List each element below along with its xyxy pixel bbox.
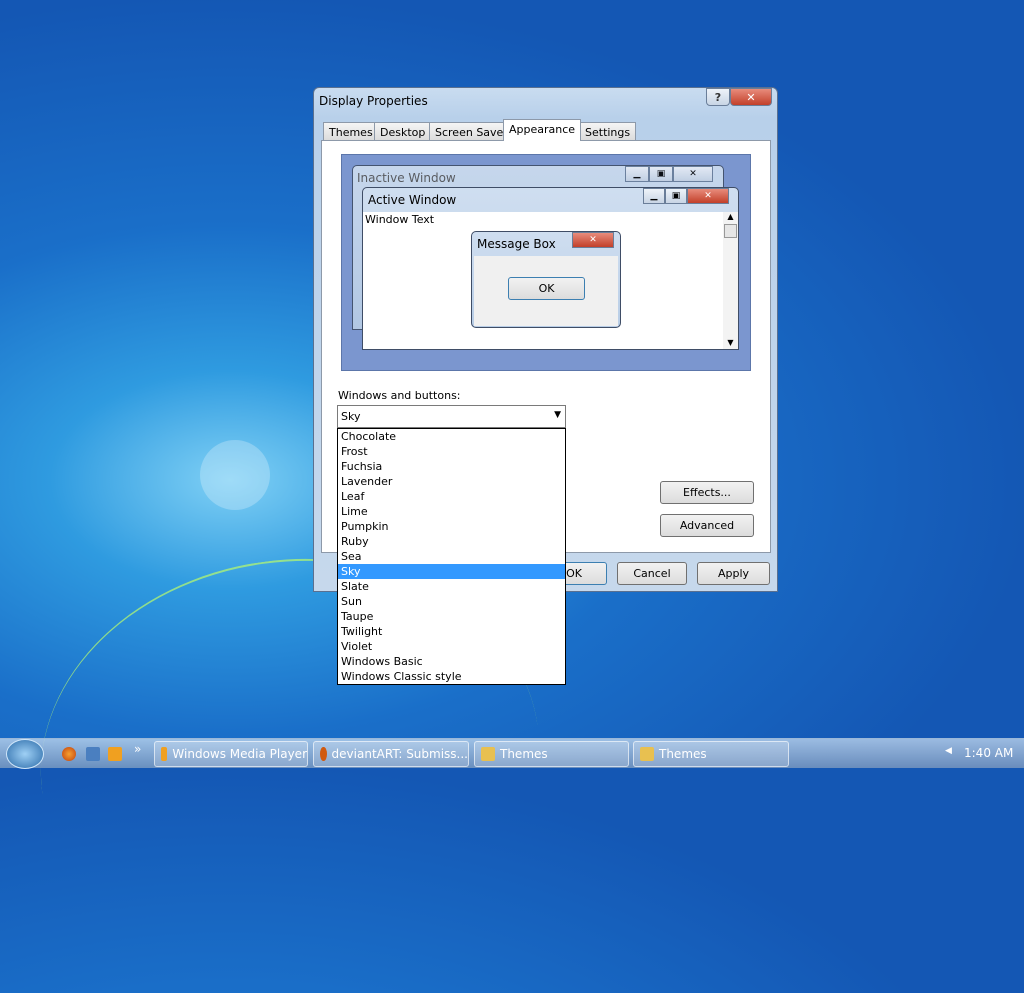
dropdown-option[interactable]: Lime [338,504,565,519]
help-button[interactable]: ? [706,88,730,106]
clock[interactable]: 1:40 AM [964,746,1013,760]
message-box-title: Message Box [477,237,556,251]
taskbar-label: Themes [500,747,548,761]
media-player-icon [161,747,168,761]
folder-icon [640,747,654,761]
tab-desktop[interactable]: Desktop [374,122,432,141]
dropdown-option[interactable]: Taupe [338,609,565,624]
dropdown-option[interactable]: Lavender [338,474,565,489]
show-desktop-icon[interactable] [86,747,100,761]
taskbar-item-deviantart[interactable]: deviantART: Submiss... [313,741,469,767]
dropdown-option[interactable]: Twilight [338,624,565,639]
quicklaunch-overflow[interactable]: » [134,742,141,756]
dropdown-option[interactable]: Pumpkin [338,519,565,534]
preview-ok-button: OK [508,277,585,300]
show-hidden-icons-icon[interactable]: ◀ [945,746,952,756]
close-button[interactable]: ✕ [730,88,772,106]
tab-appearance[interactable]: Appearance [503,119,582,141]
window-text: Window Text [365,213,435,226]
preview-scrollbar: ▲ ▼ [723,212,738,349]
firefox-icon[interactable] [62,747,76,761]
chevron-down-icon[interactable]: ▼ [554,410,561,420]
close-icon: ✕ [673,166,713,182]
dropdown-option[interactable]: Chocolate [338,429,565,444]
inactive-window-title: Inactive Window [357,171,456,185]
windows-buttons-dropdown-list[interactable]: Chocolate Frost Fuchsia Lavender Leaf Lime Pum… [337,428,566,685]
dropdown-option[interactable]: Leaf [338,489,565,504]
message-box-preview: Message Box ✕ OK [471,231,621,328]
dialog-title: Display Properties [319,94,428,108]
effects-button[interactable]: Effects... [660,481,754,504]
dropdown-option[interactable]: Violet [338,639,565,654]
cancel-button[interactable]: Cancel [617,562,687,585]
dropdown-option[interactable]: Windows Basic [338,654,565,669]
close-icon: ✕ [687,188,729,204]
close-icon: ✕ [572,232,614,248]
advanced-button[interactable]: Advanced [660,514,754,537]
taskbar-item-media-player[interactable]: Windows Media Player [154,741,308,767]
windows-buttons-label: Windows and buttons: [338,389,461,402]
tab-screen-saver[interactable]: Screen Saver [429,122,514,141]
dropdown-option[interactable]: Frost [338,444,565,459]
dropdown-option[interactable]: Sky [338,564,565,579]
dropdown-option[interactable]: Fuchsia [338,459,565,474]
minimize-icon: ▁ [643,188,665,204]
appearance-preview: Inactive Window ▁ ▣ ✕ Active Window ▁ ▣ … [341,154,751,371]
dropdown-option[interactable]: Sun [338,594,565,609]
media-player-icon[interactable] [108,747,122,761]
maximize-icon: ▣ [649,166,673,182]
dropdown-option[interactable]: Slate [338,579,565,594]
folder-icon [481,747,495,761]
taskbar-label: deviantART: Submiss... [331,747,468,761]
dropdown-option[interactable]: Sea [338,549,565,564]
taskbar-item-themes-1[interactable]: Themes [474,741,629,767]
dropdown-option[interactable]: Windows Classic style [338,669,565,684]
taskbar-item-themes-2[interactable]: Themes [633,741,789,767]
taskbar: » Windows Media Player deviantART: Submi… [0,738,1024,769]
dropdown-option[interactable]: Ruby [338,534,565,549]
wallpaper-glow [200,440,270,510]
taskbar-label: Themes [659,747,707,761]
taskbar-label: Windows Media Player [172,747,307,761]
tab-themes[interactable]: Themes [323,122,379,141]
firefox-icon [320,747,327,761]
tab-settings[interactable]: Settings [579,122,637,141]
apply-button[interactable]: Apply [697,562,770,585]
active-window-title: Active Window [368,193,457,207]
maximize-icon: ▣ [665,188,687,204]
windows-buttons-combobox[interactable]: Sky ▼ [337,405,566,428]
minimize-icon: ▁ [625,166,649,182]
combobox-value: Sky [341,410,361,423]
start-button[interactable] [6,739,44,769]
